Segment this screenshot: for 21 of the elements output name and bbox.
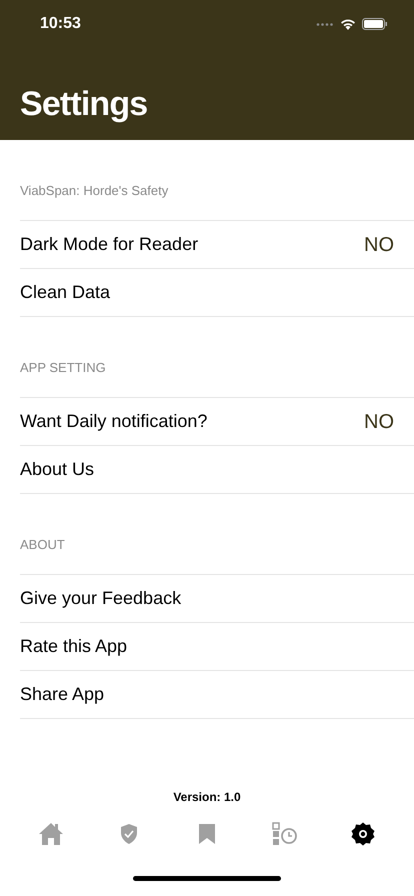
signal-dots-icon xyxy=(316,22,334,26)
settings-row[interactable]: Dark Mode for Reader NO xyxy=(20,221,414,269)
wifi-icon xyxy=(340,18,356,30)
settings-row[interactable]: Give your Feedback xyxy=(20,575,414,623)
list-clock-icon xyxy=(272,822,298,846)
status-time: 10:53 xyxy=(40,14,81,34)
section-header: APP SETTING xyxy=(20,358,106,376)
section-header: ViabSpan: Horde's Safety xyxy=(20,182,168,200)
settings-row[interactable]: Share App xyxy=(20,671,414,719)
settings-icon xyxy=(351,822,375,846)
bookmark-icon xyxy=(198,823,216,845)
page-title: Settings xyxy=(20,84,148,125)
home-icon xyxy=(38,822,64,846)
section-header: ABOUT xyxy=(20,536,65,554)
settings-row[interactable]: Want Daily notification? NO xyxy=(20,398,414,446)
version-label: Version: 1.0 xyxy=(173,789,241,806)
settings-row[interactable]: Rate this App xyxy=(20,623,414,671)
settings-row[interactable]: Clean Data xyxy=(20,269,414,317)
shield-check-icon xyxy=(120,823,138,845)
settings-row[interactable]: About Us xyxy=(20,446,414,494)
battery-icon xyxy=(362,18,388,30)
